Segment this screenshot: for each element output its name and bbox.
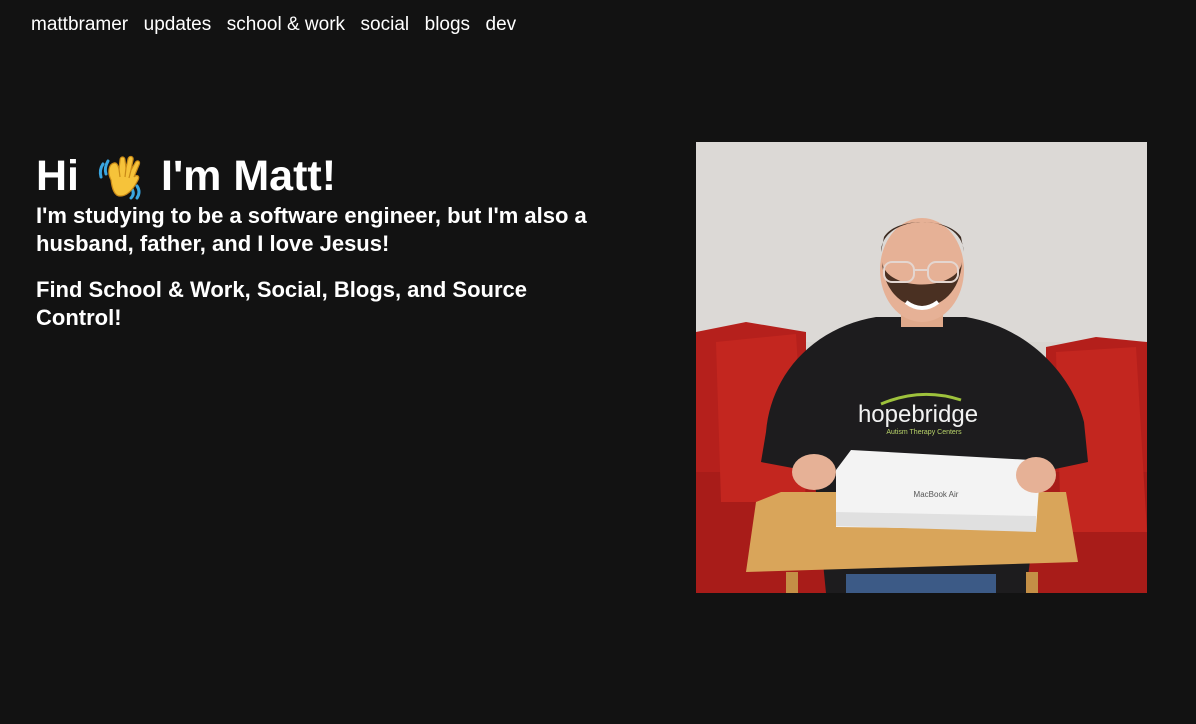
nav-school-work-link[interactable]: school & work	[227, 13, 345, 37]
intro-text: I'm studying to be a software engineer, …	[36, 203, 587, 256]
greeting-prefix: Hi	[36, 152, 79, 200]
nav-blogs-link[interactable]: blogs	[425, 13, 470, 37]
nav-updates-link[interactable]: updates	[144, 13, 212, 37]
shirt-logo-text: hopebridge	[858, 401, 978, 428]
waving-hand-icon	[95, 150, 147, 202]
find-text: Find School & Work, Social, Blogs, and S…	[36, 277, 527, 330]
top-nav: mattbramer updates school & work social …	[31, 13, 532, 37]
profile-photo-illustration: hopebridge Autism Therapy Centers MacBoo…	[696, 142, 1147, 593]
nav-dev-link[interactable]: dev	[486, 13, 517, 37]
shirt-logo-subtext: Autism Therapy Centers	[886, 429, 962, 436]
hero-section: Hi I'm Matt! I'm studying to be a softwa…	[36, 150, 596, 332]
nav-social-link[interactable]: social	[361, 13, 410, 37]
greeting-suffix: I'm Matt!	[161, 152, 337, 200]
nav-home-link[interactable]: mattbramer	[31, 13, 128, 37]
hero-greeting: Hi I'm Matt!	[36, 150, 596, 202]
box-label: MacBook Air	[914, 490, 959, 499]
profile-photo: hopebridge Autism Therapy Centers MacBoo…	[696, 142, 1147, 593]
